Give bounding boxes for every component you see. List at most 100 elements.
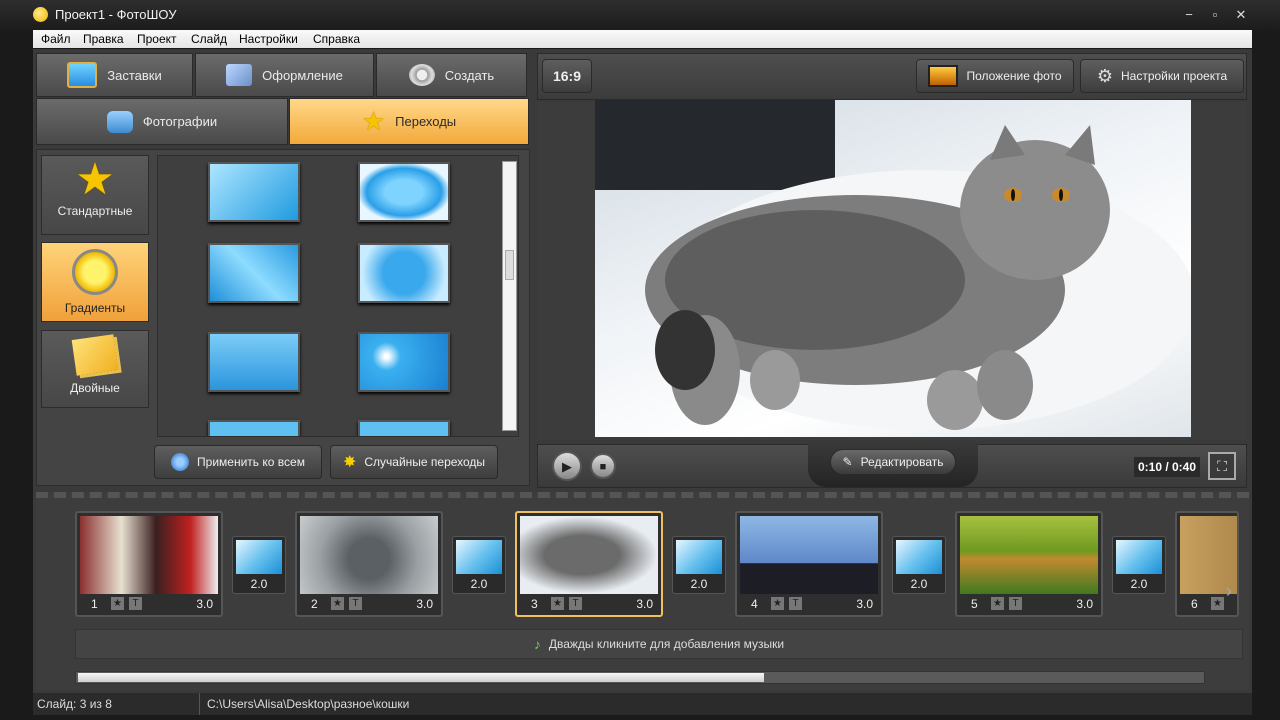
transition-thumb[interactable] bbox=[208, 420, 300, 436]
category-gradients[interactable]: Градиенты bbox=[41, 242, 149, 322]
timeline-transition[interactable]: 2.0 bbox=[672, 536, 726, 594]
project-settings-button[interactable]: ⚙ Настройки проекта bbox=[1080, 59, 1244, 93]
aspect-ratio-button[interactable]: 16:9 bbox=[542, 59, 592, 93]
tab-photos[interactable]: Фотографии bbox=[36, 98, 288, 145]
photo-position-button[interactable]: Положение фото bbox=[916, 59, 1074, 93]
slide-text-icon[interactable]: T bbox=[789, 597, 802, 610]
edit-tab: ✎ Редактировать bbox=[808, 441, 978, 487]
slide-star-icon[interactable]: ★ bbox=[111, 597, 124, 610]
menu-edit[interactable]: Правка bbox=[83, 32, 124, 46]
timeline-transition[interactable]: 2.0 bbox=[232, 536, 286, 594]
timeline-slide[interactable]: 2 ★ T 3.0 bbox=[295, 511, 443, 617]
grid-scrollbar-thumb[interactable] bbox=[505, 250, 514, 280]
tab-create-label: Создать bbox=[444, 67, 495, 83]
slide-number: 6 bbox=[1191, 597, 1198, 611]
tab-design[interactable]: Оформление bbox=[195, 53, 374, 97]
close-button[interactable]: ✕ bbox=[1230, 5, 1252, 25]
transition-preview bbox=[896, 540, 942, 574]
slide-text-icon[interactable]: T bbox=[129, 597, 142, 610]
tab-intros[interactable]: Заставки bbox=[36, 53, 193, 97]
grid-scrollbar[interactable] bbox=[502, 161, 517, 431]
category-double-label: Двойные bbox=[70, 381, 120, 395]
music-note-icon: ♪ bbox=[533, 636, 541, 652]
tab-create[interactable]: Создать bbox=[376, 53, 527, 97]
slide-star-icon[interactable]: ★ bbox=[991, 597, 1004, 610]
transition-duration: 2.0 bbox=[250, 577, 268, 591]
slide-number: 5 bbox=[971, 597, 978, 611]
playback-bar: ▶ ■ ✎ Редактировать 0:10 / 0:40 ⛶ bbox=[537, 441, 1247, 488]
slide-thumbnail bbox=[80, 516, 218, 594]
timeline-slide[interactable]: 4 ★ T 3.0 bbox=[735, 511, 883, 617]
slide-duration: 3.0 bbox=[196, 597, 213, 611]
star-icon: ★ bbox=[75, 155, 115, 204]
slide-number: 1 bbox=[91, 597, 98, 611]
transition-preview bbox=[1116, 540, 1162, 574]
timeline-scrollbar-thumb[interactable] bbox=[78, 673, 764, 682]
slide-star-icon[interactable]: ★ bbox=[1211, 597, 1224, 610]
tab-photos-label: Фотографии bbox=[142, 114, 218, 129]
timeline-slide[interactable]: 5 ★ T 3.0 bbox=[955, 511, 1103, 617]
timeline-transition[interactable]: 2.0 bbox=[1112, 536, 1166, 594]
photo-position-label: Положение фото bbox=[966, 69, 1062, 83]
transition-thumb[interactable] bbox=[208, 243, 300, 303]
music-track[interactable]: ♪ Дважды кликните для добавления музыки bbox=[75, 629, 1243, 659]
shield-icon bbox=[171, 453, 190, 471]
timeline-transition[interactable]: 2.0 bbox=[892, 536, 946, 594]
menu-settings[interactable]: Настройки bbox=[239, 32, 298, 46]
star-icon: ★ bbox=[361, 106, 386, 136]
landscape-icon bbox=[67, 62, 98, 88]
timeline-transition[interactable]: 2.0 bbox=[452, 536, 506, 594]
slide-text-icon[interactable]: T bbox=[1009, 597, 1022, 610]
menu-project[interactable]: Проект bbox=[137, 32, 177, 46]
slide-text-icon[interactable]: T bbox=[569, 597, 582, 610]
timeline-slide-selected[interactable]: 3 ★ T 3.0 bbox=[515, 511, 663, 617]
transition-duration: 2.0 bbox=[690, 577, 708, 591]
slide-star-icon[interactable]: ★ bbox=[771, 597, 784, 610]
slide-number: 2 bbox=[311, 597, 318, 611]
play-button[interactable]: ▶ bbox=[552, 451, 582, 481]
slide-thumbnail bbox=[960, 516, 1098, 594]
title-bar: Проект1 - ФотоШОУ − ▫ ✕ bbox=[0, 0, 1280, 30]
menu-help[interactable]: Справка bbox=[313, 32, 360, 46]
category-standard[interactable]: ★ Стандартные bbox=[41, 155, 149, 235]
double-icon bbox=[71, 334, 119, 376]
menu-file[interactable]: Файл bbox=[41, 32, 71, 46]
slide-duration: 3.0 bbox=[416, 597, 433, 611]
timeline-scroll-right-icon[interactable]: › bbox=[1226, 581, 1232, 602]
transition-thumb[interactable] bbox=[358, 243, 450, 303]
menu-slide[interactable]: Слайд bbox=[191, 32, 227, 46]
transition-preview bbox=[236, 540, 282, 574]
edit-button[interactable]: ✎ Редактировать bbox=[830, 449, 956, 475]
gear-icon: ⚙ bbox=[1096, 65, 1113, 86]
apply-all-button[interactable]: Применить ко всем bbox=[154, 445, 322, 479]
slide-thumbnail bbox=[520, 516, 658, 594]
fullscreen-button[interactable]: ⛶ bbox=[1208, 452, 1236, 480]
transition-thumb[interactable] bbox=[358, 332, 450, 392]
transition-duration: 2.0 bbox=[1130, 577, 1148, 591]
timeline-scrollbar[interactable] bbox=[75, 671, 1205, 684]
transition-thumb[interactable] bbox=[358, 162, 450, 222]
category-double[interactable]: Двойные bbox=[41, 330, 149, 408]
apply-all-label: Применить ко всем bbox=[197, 455, 305, 469]
tab-intros-label: Заставки bbox=[107, 67, 162, 83]
slide-text-icon[interactable]: T bbox=[349, 597, 362, 610]
stop-button[interactable]: ■ bbox=[590, 453, 616, 479]
minimize-button[interactable]: − bbox=[1178, 5, 1200, 25]
cat-photo-illustration bbox=[595, 100, 1191, 430]
main-area: Заставки Оформление Создать Фотографии ★… bbox=[33, 49, 1252, 693]
random-transitions-label: Случайные переходы bbox=[364, 455, 486, 469]
transition-thumb[interactable] bbox=[358, 420, 450, 436]
timeline-slide[interactable]: 1 ★ T 3.0 bbox=[75, 511, 223, 617]
maximize-button[interactable]: ▫ bbox=[1204, 5, 1226, 25]
slide-star-icon[interactable]: ★ bbox=[331, 597, 344, 610]
category-gradients-label: Градиенты bbox=[64, 301, 126, 315]
transition-thumb[interactable] bbox=[208, 162, 300, 222]
transition-preview bbox=[456, 540, 502, 574]
tab-transitions[interactable]: ★ Переходы bbox=[289, 98, 529, 145]
random-transitions-button[interactable]: ✸ Случайные переходы bbox=[330, 445, 498, 479]
preview-photo bbox=[595, 100, 1191, 437]
slide-star-icon[interactable]: ★ bbox=[551, 597, 564, 610]
transition-thumb[interactable] bbox=[208, 332, 300, 392]
slide-duration: 3.0 bbox=[1076, 597, 1093, 611]
status-divider bbox=[199, 693, 200, 715]
